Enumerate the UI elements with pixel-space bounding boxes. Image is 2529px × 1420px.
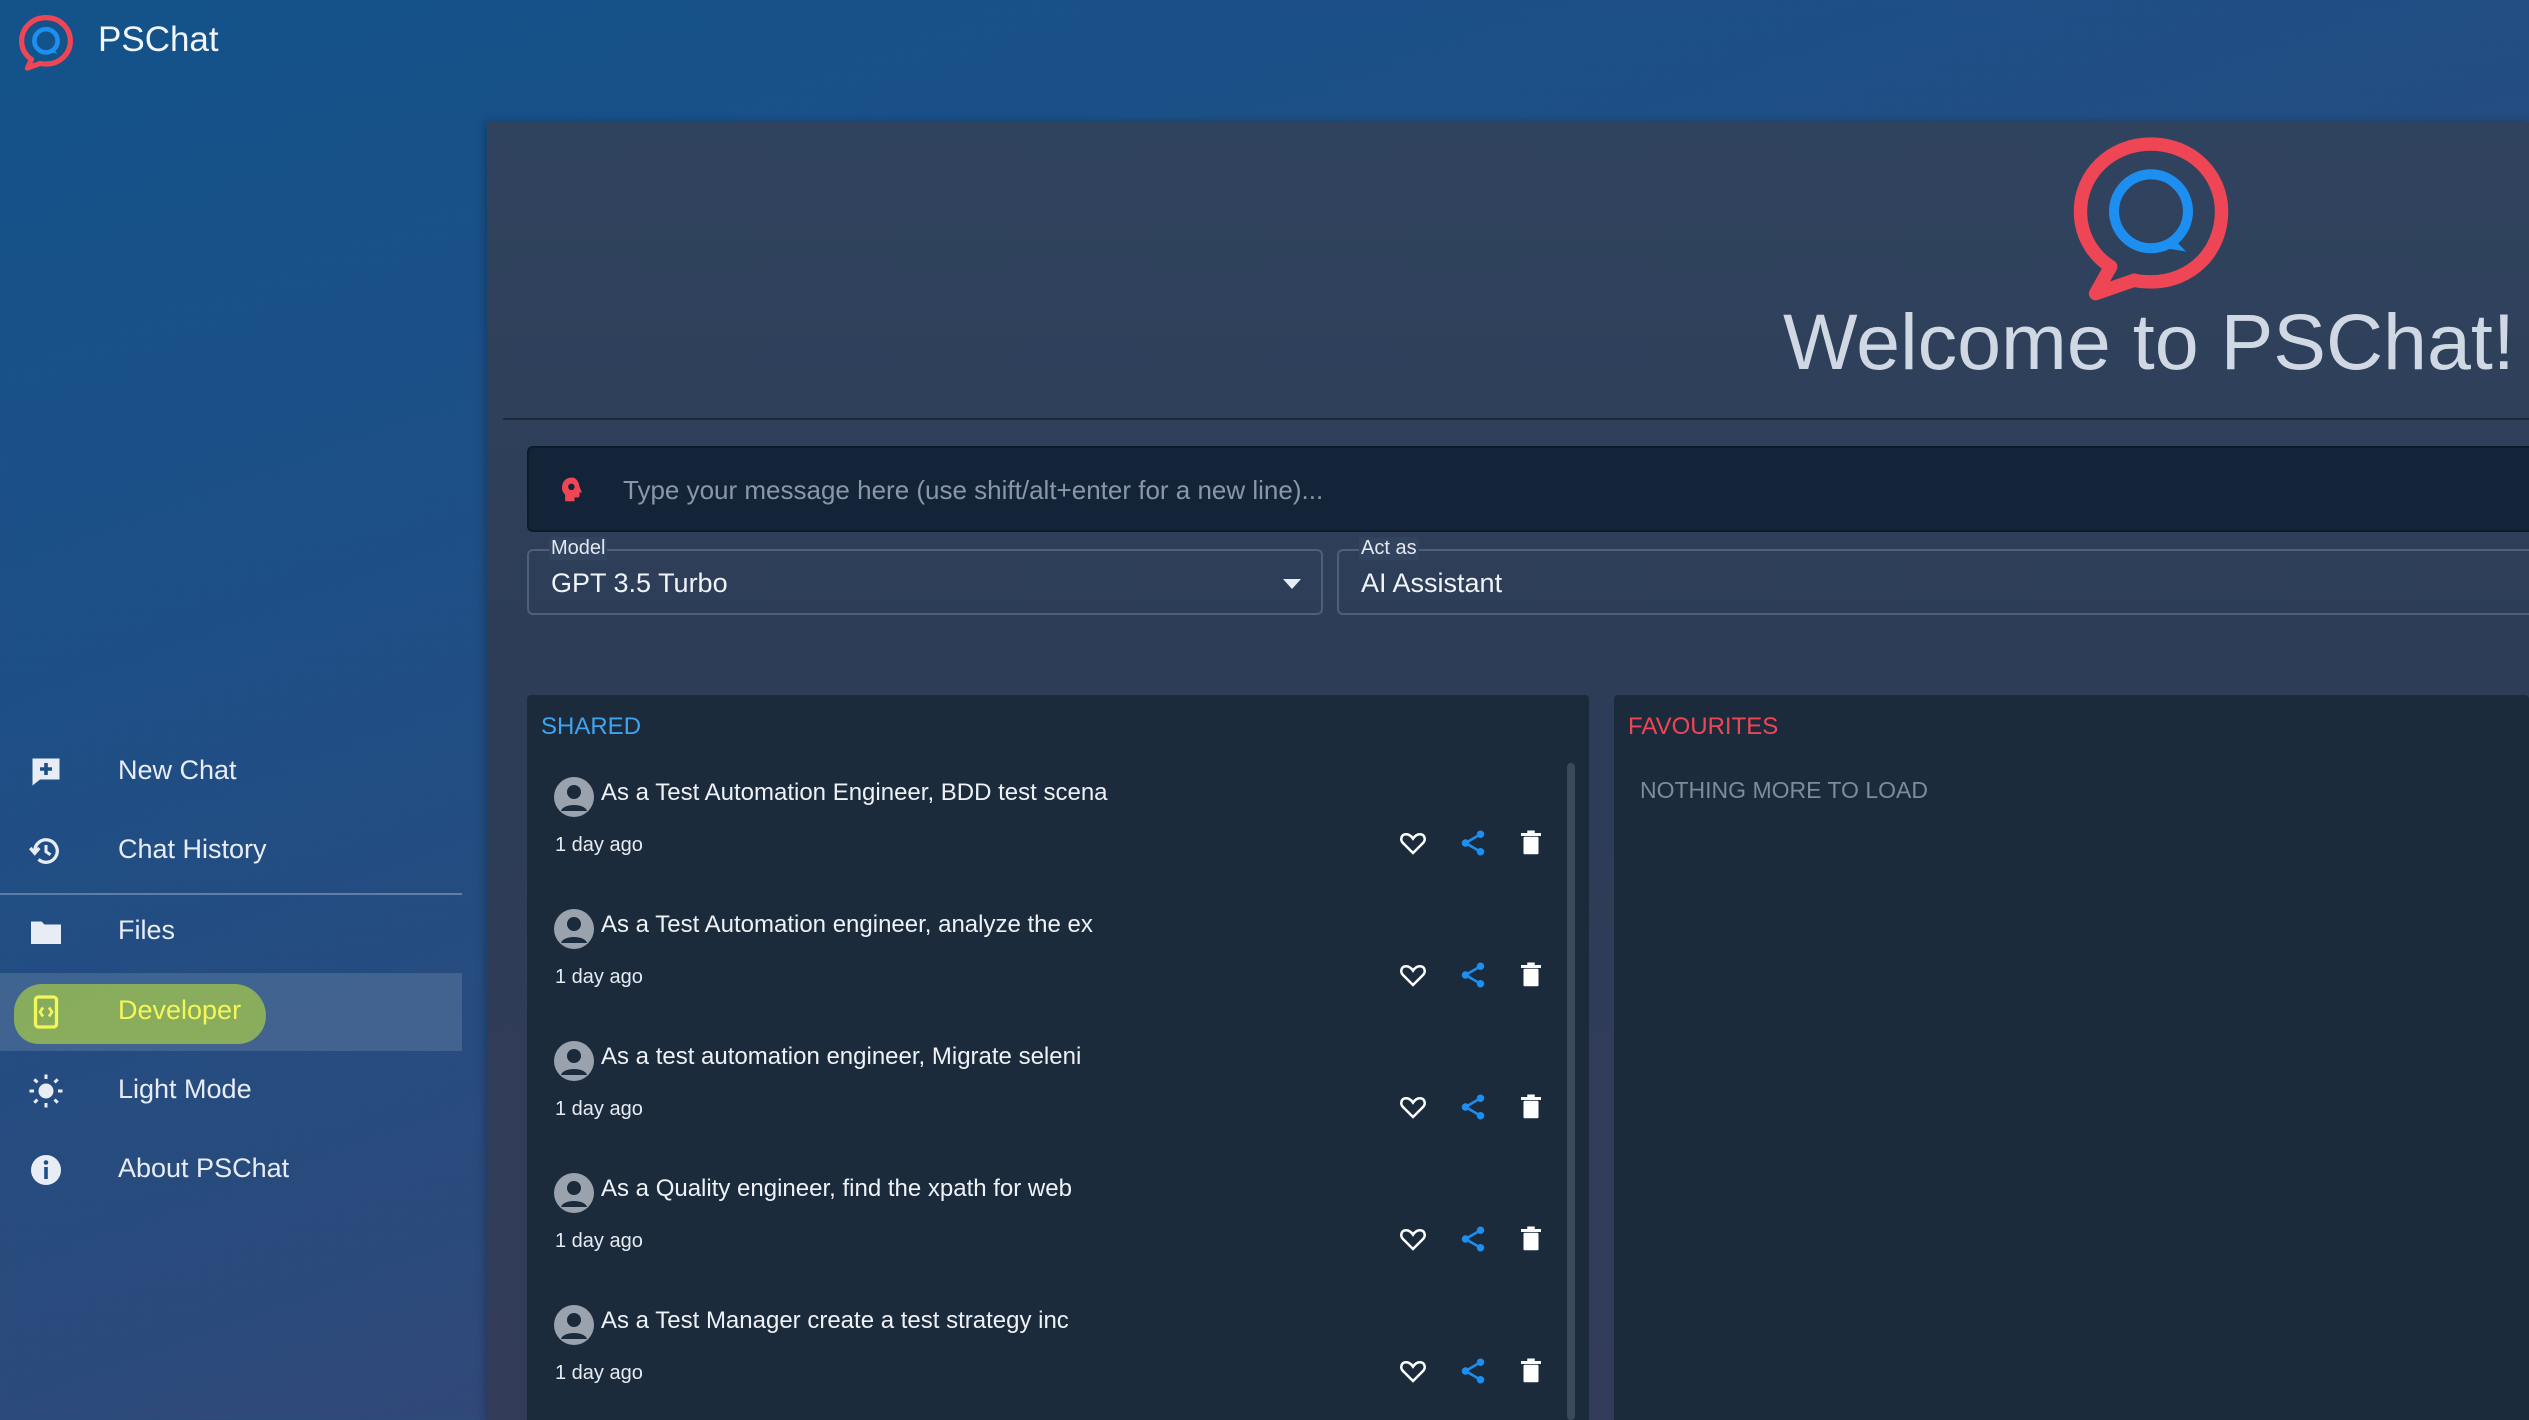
shared-title: SHARED (541, 713, 642, 740)
welcome-heading: Welcome to PSChat! (1783, 297, 2515, 386)
sidebar-item-label: Light Mode (118, 1074, 252, 1104)
heart-icon (1400, 832, 1426, 855)
share-icon (1461, 1094, 1485, 1120)
delete-button[interactable] (1511, 1219, 1551, 1259)
avatar (554, 1173, 594, 1213)
share-icon (1461, 1226, 1485, 1252)
model-select[interactable]: Model GPT 3.5 Turbo (527, 537, 1323, 615)
share-button[interactable] (1453, 823, 1493, 863)
act-as-value: AI Assistant (1361, 568, 1503, 598)
list-item[interactable]: As a Test Automation Engineer, BDD test … (527, 767, 1557, 899)
avatar (554, 1305, 594, 1345)
sidebar-item-label: About PSChat (118, 1153, 290, 1183)
sidebar-item-label: Chat History (118, 834, 267, 864)
trash-icon (1521, 962, 1541, 987)
chat-bubble-logo-icon[interactable] (17, 13, 75, 71)
share-icon (1461, 962, 1485, 988)
sun-icon (29, 1074, 63, 1108)
heart-icon (1400, 964, 1426, 987)
avatar (554, 909, 594, 949)
sidebar-item-light-mode[interactable]: Light Mode (0, 1052, 462, 1130)
delete-button[interactable] (1511, 823, 1551, 863)
item-time: 1 day ago (555, 1098, 643, 1120)
share-icon (1461, 1358, 1485, 1384)
heart-icon (1400, 1096, 1426, 1119)
heart-icon (1400, 1228, 1426, 1251)
item-title: As a Test Automation engineer, analyze t… (601, 911, 1093, 938)
trash-icon (1521, 1094, 1541, 1119)
sidebar-item-chat-history[interactable]: Chat History (0, 812, 462, 890)
item-title: As a test automation engineer, Migrate s… (601, 1043, 1082, 1070)
list-item[interactable]: As a Test Manager create a test strategy… (527, 1295, 1557, 1420)
item-title: As a Test Manager create a test strategy… (601, 1307, 1069, 1334)
favourite-button[interactable] (1393, 1219, 1433, 1259)
developer-icon (33, 995, 59, 1029)
sidebar-item-new-chat[interactable]: New Chat (0, 733, 462, 811)
favourites-title: FAVOURITES (1628, 713, 1779, 740)
hero-divider (503, 418, 2529, 420)
sidebar-item-label: Developer (118, 995, 242, 1025)
act-as-field[interactable]: Act as AI Assistant (1337, 537, 2529, 615)
item-time: 1 day ago (555, 1362, 643, 1384)
sidebar-item-developer[interactable]: Developer (0, 973, 462, 1051)
delete-button[interactable] (1511, 1351, 1551, 1391)
favourite-button[interactable] (1393, 1351, 1433, 1391)
item-time: 1 day ago (555, 1230, 643, 1252)
chevron-down-icon[interactable] (1283, 579, 1301, 589)
share-button[interactable] (1453, 955, 1493, 995)
sidebar-item-label: Files (118, 915, 176, 945)
add-chat-icon (32, 758, 60, 786)
sidebar-item-files[interactable]: Files (0, 893, 462, 971)
message-box (527, 446, 2529, 532)
favourites-empty-text: NOTHING MORE TO LOAD (1640, 777, 1928, 803)
history-icon (28, 838, 59, 864)
avatar (554, 777, 594, 817)
list-item[interactable]: As a Test Automation engineer, analyze t… (527, 899, 1557, 1031)
trash-icon (1521, 1358, 1541, 1383)
shared-scrollbar[interactable] (1567, 763, 1575, 1420)
model-value: GPT 3.5 Turbo (551, 568, 728, 598)
item-title: As a Quality engineer, find the xpath fo… (601, 1175, 1072, 1202)
share-button[interactable] (1453, 1219, 1493, 1259)
share-button[interactable] (1453, 1087, 1493, 1127)
share-button[interactable] (1453, 1351, 1493, 1391)
item-time: 1 day ago (555, 966, 643, 988)
favourite-button[interactable] (1393, 1087, 1433, 1127)
heart-icon (1400, 1360, 1426, 1383)
chat-bubble-logo-icon (2073, 137, 2229, 301)
item-time: 1 day ago (555, 834, 643, 856)
favourite-button[interactable] (1393, 823, 1433, 863)
shared-panel: SHARED As a Test Automation Engineer, BD… (527, 695, 1589, 1420)
trash-icon (1521, 1226, 1541, 1251)
brain-icon (562, 477, 582, 502)
sidebar-item-about[interactable]: About PSChat (0, 1131, 462, 1209)
favourites-panel: FAVOURITES NOTHING MORE TO LOAD (1614, 695, 2529, 1420)
info-icon (31, 1155, 61, 1185)
app-title: PSChat (98, 20, 219, 59)
list-item[interactable]: As a test automation engineer, Migrate s… (527, 1031, 1557, 1163)
message-input[interactable] (623, 468, 2503, 512)
delete-button[interactable] (1511, 955, 1551, 995)
list-item[interactable]: As a Quality engineer, find the xpath fo… (527, 1163, 1557, 1295)
act-as-label: Act as (1359, 537, 1419, 560)
trash-icon (1521, 830, 1541, 855)
folder-icon (31, 921, 61, 944)
avatar (554, 1041, 594, 1081)
delete-button[interactable] (1511, 1087, 1551, 1127)
favourite-button[interactable] (1393, 955, 1433, 995)
item-title: As a Test Automation Engineer, BDD test … (601, 779, 1108, 806)
sidebar-item-label: New Chat (118, 755, 237, 785)
model-label: Model (549, 537, 608, 560)
share-icon (1461, 830, 1485, 856)
